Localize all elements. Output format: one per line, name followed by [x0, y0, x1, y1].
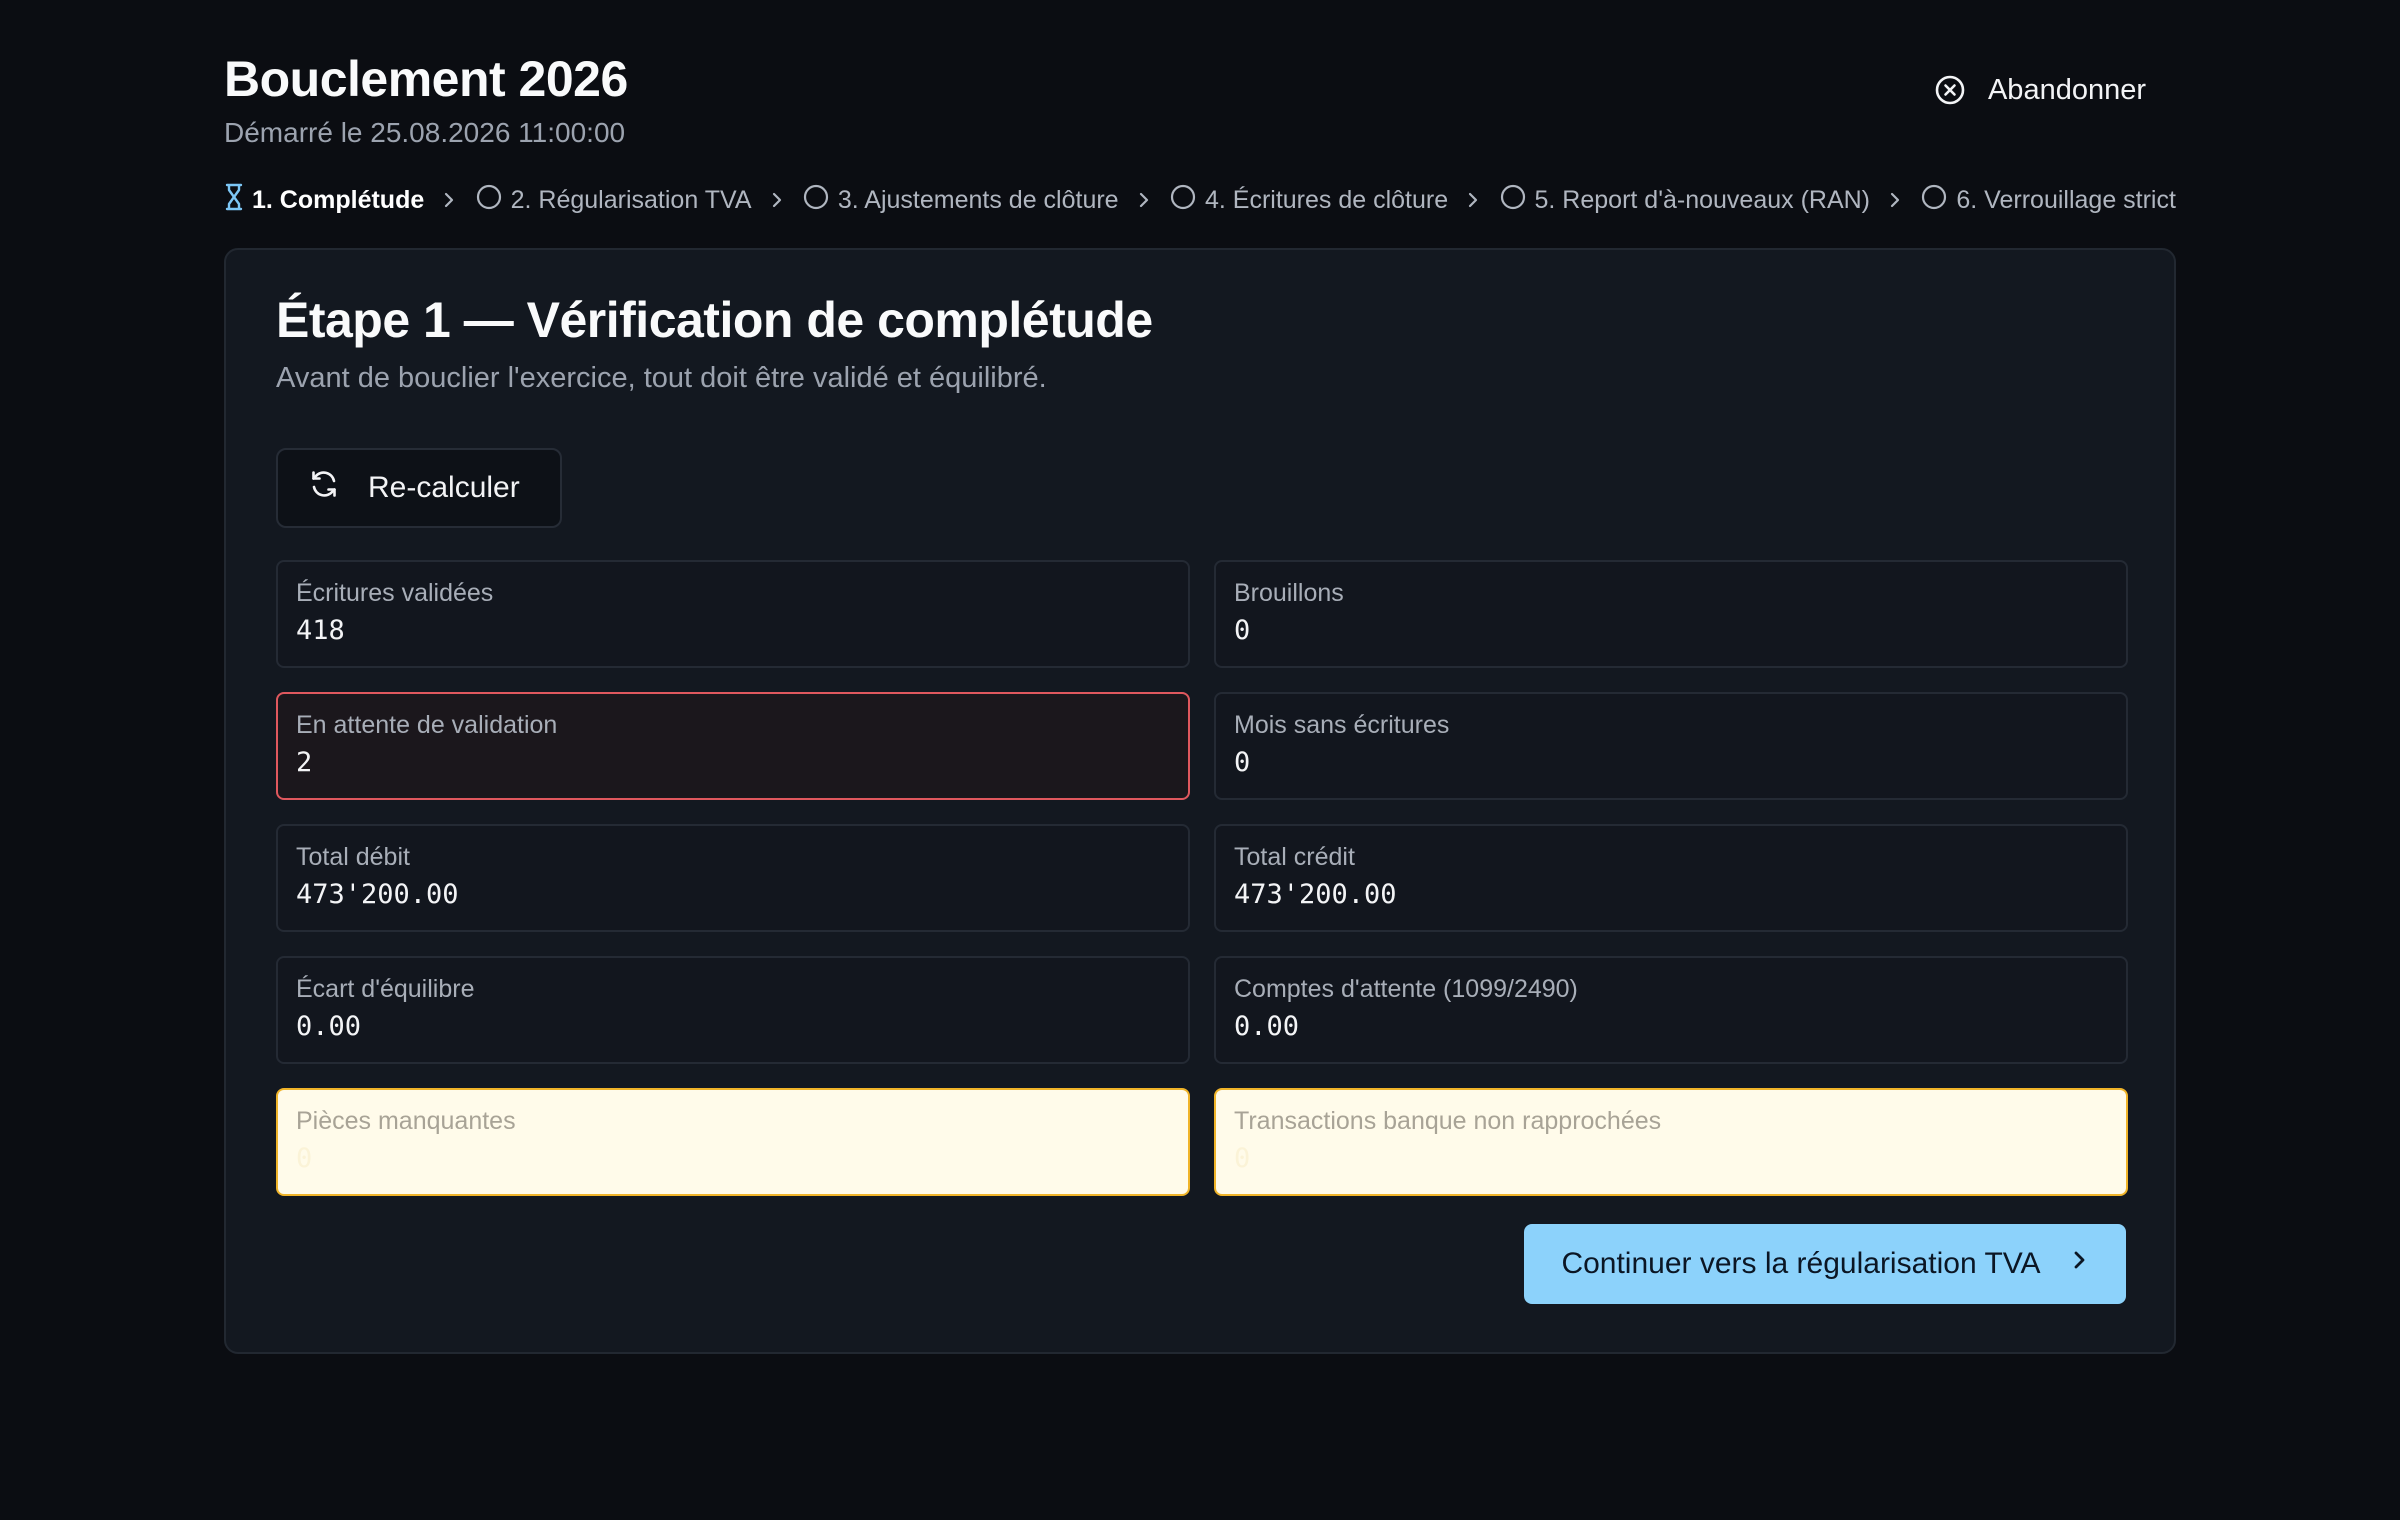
recalculate-button[interactable]: Re-calculer: [276, 448, 562, 528]
chevron-right-icon: [2071, 1247, 2089, 1281]
step-3-ajustements[interactable]: 3. Ajustements de clôture: [802, 183, 1119, 218]
stat-suspense-accounts: Comptes d'attente (1099/2490) 0.00: [1214, 956, 2128, 1064]
stat-label: Total crédit: [1234, 843, 1355, 871]
circle-x-icon: [1934, 74, 1966, 106]
stat-label: Transactions banque non rapprochées: [1234, 1107, 1662, 1135]
stat-value: 2: [296, 747, 313, 778]
stat-validated-entries: Écritures validées 418: [276, 560, 1190, 668]
page-subtitle: Démarré le 25.08.2026 11:00:00: [224, 117, 626, 148]
stat-label: Pièces manquantes: [296, 1107, 516, 1135]
stat-label: Brouillons: [1234, 579, 1344, 607]
stats-grid: Écritures validées 418 Brouillons 0 En a…: [276, 560, 2128, 1196]
abandon-label: Abandonner: [1987, 73, 2146, 106]
stat-label: En attente de validation: [296, 711, 558, 739]
stat-months-without-entries: Mois sans écritures 0: [1214, 692, 2128, 800]
card-title: Étape 1 — Vérification de complétude: [276, 292, 1153, 348]
chevron-right-icon: [1888, 190, 1902, 210]
stat-value: 473'200.00: [1234, 879, 1397, 910]
stat-unreconciled-bank-transactions: Transactions banque non rapprochées 0: [1214, 1088, 2128, 1196]
step-6-verrouillage[interactable]: 6. Verrouillage strict: [1920, 183, 2176, 218]
step-label: 6. Verrouillage strict: [1956, 185, 2176, 214]
step-2-regularisation-tva[interactable]: 2. Régularisation TVA: [475, 183, 752, 218]
completeness-card: Étape 1 — Vérification de complétude Ava…: [224, 248, 2176, 1354]
circle-icon: [1920, 183, 1948, 218]
stat-missing-documents: Pièces manquantes 0: [276, 1088, 1190, 1196]
step-label: 3. Ajustements de clôture: [837, 185, 1119, 214]
wizard-stepper: 1. Complétude 2. Régularisation TVA 3. A…: [224, 180, 2176, 220]
closing-wizard-page: Bouclement 2026 Démarré le 25.08.2026 11…: [0, 0, 2400, 1520]
stat-label: Écritures validées: [296, 579, 494, 607]
page-header: Bouclement 2026 Démarré le 25.08.2026 11…: [224, 48, 2176, 158]
chevron-right-icon: [770, 190, 784, 210]
stat-label: Comptes d'attente (1099/2490): [1234, 975, 1578, 1003]
stat-label: Total débit: [296, 843, 410, 871]
step-label: 4. Écritures de clôture: [1204, 185, 1449, 214]
stat-total-debit: Total débit 473'200.00: [276, 824, 1190, 932]
abandon-button[interactable]: Abandonner: [1922, 62, 2158, 118]
circle-icon: [1499, 183, 1527, 218]
stat-value: 418: [296, 615, 345, 646]
hourglass-icon: [224, 183, 244, 218]
stat-value: 0: [1234, 747, 1251, 778]
stat-value: 473'200.00: [296, 879, 459, 910]
step-label: 1. Complétude: [252, 185, 425, 214]
stat-label: Écart d'équilibre: [296, 975, 475, 1003]
stat-balance-gap: Écart d'équilibre 0.00: [276, 956, 1190, 1064]
stat-value: 0.00: [296, 1011, 362, 1042]
step-5-report-ran[interactable]: 5. Report d'à-nouveaux (RAN): [1499, 183, 1871, 218]
recalculate-label: Re-calculer: [368, 471, 520, 504]
continue-label: Continuer vers la régularisation TVA: [1561, 1247, 2041, 1280]
refresh-icon: [308, 468, 340, 508]
continue-button[interactable]: Continuer vers la régularisation TVA: [1524, 1224, 2126, 1304]
chevron-right-icon: [1137, 190, 1151, 210]
circle-icon: [802, 183, 830, 218]
stat-value: 0: [1234, 1143, 1251, 1174]
stat-value: 0.00: [1234, 1011, 1300, 1042]
step-label: 2. Régularisation TVA: [510, 185, 752, 214]
stat-value: 0: [296, 1143, 313, 1174]
step-4-ecritures-cloture[interactable]: 4. Écritures de clôture: [1169, 183, 1448, 218]
stat-label: Mois sans écritures: [1234, 711, 1450, 739]
chevron-right-icon: [1466, 190, 1480, 210]
circle-icon: [475, 183, 503, 218]
card-description: Avant de bouclier l'exercice, tout doit …: [276, 362, 1047, 394]
chevron-right-icon: [442, 190, 456, 210]
stat-drafts: Brouillons 0: [1214, 560, 2128, 668]
stat-pending-validation: En attente de validation 2: [276, 692, 1190, 800]
step-1-completude[interactable]: 1. Complétude: [224, 183, 424, 218]
step-label: 5. Report d'à-nouveaux (RAN): [1534, 185, 1871, 214]
stat-value: 0: [1234, 615, 1251, 646]
stat-total-credit: Total crédit 473'200.00: [1214, 824, 2128, 932]
circle-icon: [1169, 183, 1197, 218]
page-title: Bouclement 2026: [224, 51, 628, 107]
